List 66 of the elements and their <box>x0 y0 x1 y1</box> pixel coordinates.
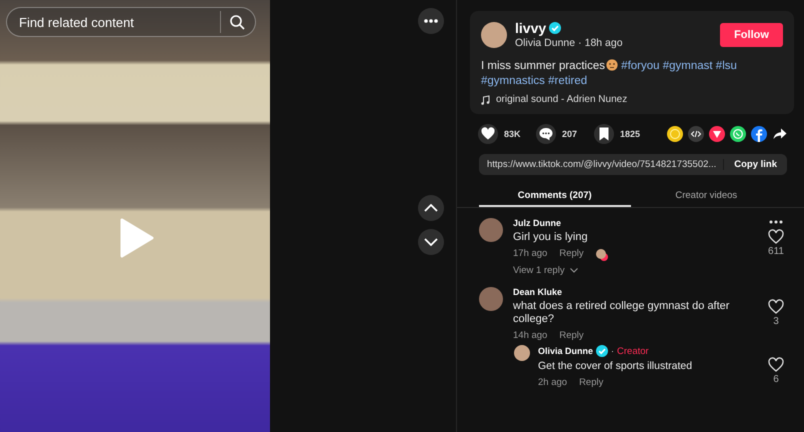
comment-time: 17h ago <box>513 248 548 259</box>
comment-text: what does a retired college gymnast do after college? <box>513 300 730 326</box>
save-button[interactable] <box>594 124 614 144</box>
reply-button[interactable]: Reply <box>579 377 604 388</box>
more-icon[interactable] <box>769 220 783 224</box>
count: 1825 <box>620 129 642 139</box>
comment-button[interactable] <box>536 124 556 144</box>
avatar[interactable] <box>514 345 530 361</box>
separator-dot: · <box>611 346 614 356</box>
phone-bubble-icon[interactable] <box>730 126 746 142</box>
chevron-down-icon <box>570 268 578 273</box>
previous-button[interactable] <box>418 195 444 221</box>
hashtag-link[interactable]: #retired <box>548 75 588 87</box>
more-button[interactable] <box>418 8 444 34</box>
post-caption: I miss summer practices #foryou #gymnast #lsu #gymnastics #retired <box>481 59 738 89</box>
code-icon[interactable] <box>688 126 704 142</box>
reply-button[interactable]: Reply <box>559 330 584 341</box>
display-name: Olivia Dunne <box>515 37 576 49</box>
post-time: 18h ago <box>584 37 623 49</box>
copy-link-button[interactable]: Copy link <box>724 159 787 170</box>
more-icon <box>424 19 438 23</box>
coin-icon[interactable] <box>667 126 683 142</box>
emoji-icon <box>606 59 618 71</box>
avatar[interactable] <box>481 22 507 48</box>
comment-text: Girl you is lying <box>513 231 589 244</box>
hashtag-link[interactable]: #lsu <box>716 60 737 72</box>
count: 207 <box>562 129 578 139</box>
facebook-icon[interactable] <box>751 126 767 142</box>
tab[interactable]: Comments (207) <box>479 185 630 207</box>
hashtag-link[interactable]: #gymnastics <box>481 75 545 87</box>
avatar[interactable] <box>479 287 503 311</box>
count: 83K <box>504 129 522 139</box>
username[interactable]: livvy <box>515 20 546 36</box>
heart-icon[interactable] <box>768 299 784 314</box>
hashtag-link[interactable]: #gymnast <box>662 60 713 72</box>
heart-icon[interactable] <box>768 229 784 244</box>
music-note-icon <box>481 94 490 104</box>
hashtag-link[interactable]: #foryou <box>621 60 660 72</box>
sound-link[interactable]: original sound - Adrien Nunez <box>496 94 628 105</box>
speech-bubble-icon <box>538 126 554 142</box>
reply-button[interactable]: Reply <box>559 248 584 259</box>
comment-time: 2h ago <box>538 377 568 388</box>
heart-icon <box>480 126 496 142</box>
comment-author[interactable]: Dean Kluke <box>513 287 562 297</box>
like-count: 611 <box>768 246 784 257</box>
next-button[interactable] <box>418 229 444 255</box>
video-url: https://www.tiktok.com/@livvy/video/7514821735502... <box>479 159 724 170</box>
like-count: 6 <box>773 374 779 385</box>
comment-author[interactable]: Julz Dunne <box>513 218 562 228</box>
comment-time: 14h ago <box>513 330 548 341</box>
avatar[interactable] <box>479 218 503 242</box>
tab[interactable]: Creator videos <box>630 185 782 207</box>
search-field[interactable]: Find related content <box>6 7 256 37</box>
view-replies-button[interactable]: View 1 reply <box>513 265 578 276</box>
comment-text: Get the cover of sports illustrated <box>538 360 694 373</box>
chevron-down-icon <box>424 238 438 246</box>
creator-label: Creator <box>617 346 649 356</box>
send-icon[interactable] <box>709 126 725 142</box>
follow-button[interactable]: Follow <box>720 22 783 46</box>
like-button[interactable] <box>478 124 498 144</box>
separator-dot: · <box>578 37 582 49</box>
comment-author[interactable]: Olivia Dunne <box>538 346 594 356</box>
chevron-up-icon <box>424 204 438 212</box>
search-icon <box>229 14 245 30</box>
like-count: 3 <box>773 316 779 327</box>
heart-icon[interactable] <box>768 357 784 372</box>
